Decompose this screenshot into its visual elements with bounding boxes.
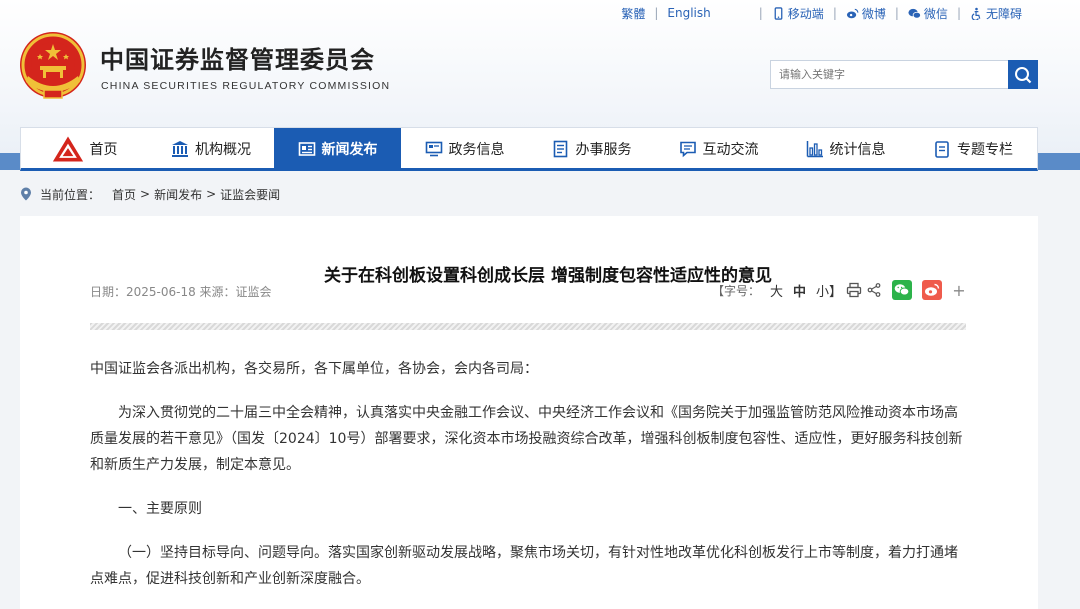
font-size-large[interactable]: 大 [770,281,783,300]
nav-item-news[interactable]: 新闻发布 [274,128,401,169]
wechat-icon [894,284,910,296]
breadcrumb-prefix: 当前位置： [40,187,101,202]
csrc-logo-icon [52,136,83,161]
mobile-link[interactable]: 移动端 [772,5,824,22]
article-paragraph: 中国证监会各派出机构，各交易所，各下属单位，各协会，会内各司局： [90,361,538,377]
nav-item-about[interactable]: 机构概况 [148,128,274,169]
newspaper-icon [298,141,315,156]
top-links-bar: 繁體 | English | 移动端 | 微博 | 微信 | 无障碍 [621,5,1022,21]
article-meta: 日期：2025-06-18 来源：证监会 [90,285,272,299]
article-paragraph: （一）坚持目标导向、问题导向。落实国家创新驱动发展战略，聚焦市场关切，有针对性地… [90,545,958,587]
weibo-link[interactable]: 微博 [846,5,886,22]
share-weibo-button[interactable] [922,280,942,300]
location-pin-icon [21,187,31,201]
article-card: 关于在科创板设置科创成长层 增强制度包容性适应性的意见 日期：2025-06-1… [20,216,1038,609]
printer-icon [846,282,862,298]
separator: | [758,6,763,20]
search-icon [1015,66,1032,83]
nav-item-home[interactable]: 首页 [21,128,148,169]
wechat-label: 微信 [923,6,948,21]
bar-chart-icon [806,140,823,157]
english-label: English [667,6,711,20]
breadcrumb-news[interactable]: 新闻发布 [154,186,202,203]
font-size-small[interactable]: 小】 [816,281,842,300]
mobile-phone-icon [774,6,783,20]
nav-item-label: 新闻发布 [321,141,378,158]
breadcrumb: 当前位置： 首页 > 新闻发布 > 证监会要闻 [20,185,280,203]
breadcrumb-home[interactable]: 首页 [112,186,136,203]
separator: | [832,6,837,20]
title-divider [90,323,966,330]
nav-item-interaction[interactable]: 互动交流 [655,128,782,169]
nav-item-label: 统计信息 [829,141,886,158]
accessibility-label: 无障碍 [985,6,1022,21]
site-title: 中国证券监督管理委员会 [100,46,375,74]
english-link[interactable]: English [667,6,710,20]
breadcrumb-separator: > [206,187,217,201]
weibo-icon [846,8,859,18]
font-size-label: 【字号： [711,283,760,298]
accessibility-link[interactable]: 无障碍 [970,5,1022,22]
breadcrumb-separator: > [140,187,151,201]
nav-item-special-topics[interactable]: 专题专栏 [909,128,1037,169]
traditional-chinese-link[interactable]: 繁體 [621,5,645,22]
nav-item-label: 机构概况 [195,141,251,158]
document-list-icon [553,140,567,157]
nav-item-gov-info[interactable]: 政务信息 [401,128,528,169]
nav-item-label: 办事服务 [575,141,632,158]
weibo-label: 微博 [861,6,886,21]
chat-icon [679,141,696,157]
share-more-button[interactable]: + [952,281,966,300]
search-button[interactable] [1008,60,1038,89]
weibo-icon [925,283,940,296]
site-subtitle: CHINA SECURITIES REGULATORY COMMISSION [101,80,391,92]
national-emblem-icon [20,32,86,99]
traditional-chinese-label: 繁體 [621,6,646,21]
article-tools: 【字号： 大 中 小】 + [712,280,966,300]
separator: | [956,6,961,20]
share-button[interactable] [866,282,882,298]
clipboard-icon [935,140,949,158]
accessibility-icon [971,7,981,20]
nav-item-label: 互动交流 [702,141,759,158]
article-body: 中国证监会各派出机构，各交易所，各下属单位，各协会，会内各司局： 为深入贯彻党的… [90,356,968,609]
wechat-icon [908,8,921,19]
nav-item-services[interactable]: 办事服务 [528,128,655,169]
nav-item-statistics[interactable]: 统计信息 [782,128,909,169]
nav-item-label: 专题专栏 [957,141,1013,158]
building-icon [172,140,188,157]
share-icon [867,283,881,297]
article-paragraph: 为深入贯彻党的二十届三中全会精神，认真落实中央金融工作会议、中央经济工作会议和《… [90,405,963,473]
main-nav: 首页 机构概况 新闻发布 政务信息 办事服务 互动交流 统计信息 专题专栏 [20,127,1038,171]
nav-item-label: 首页 [89,141,118,158]
separator: | [894,6,899,20]
breadcrumb-csrc-news[interactable]: 证监会要闻 [220,186,280,203]
nav-item-label: 政务信息 [448,141,505,158]
separator: | [654,6,659,20]
print-button[interactable] [846,282,862,298]
font-size-medium[interactable]: 中 [793,281,806,300]
search-input[interactable] [770,60,1010,89]
monitor-icon [425,141,442,156]
article-section-heading: 一、主要原则 [118,501,202,517]
share-wechat-button[interactable] [892,280,912,300]
mobile-label: 移动端 [787,6,824,21]
wechat-link[interactable]: 微信 [908,5,948,22]
